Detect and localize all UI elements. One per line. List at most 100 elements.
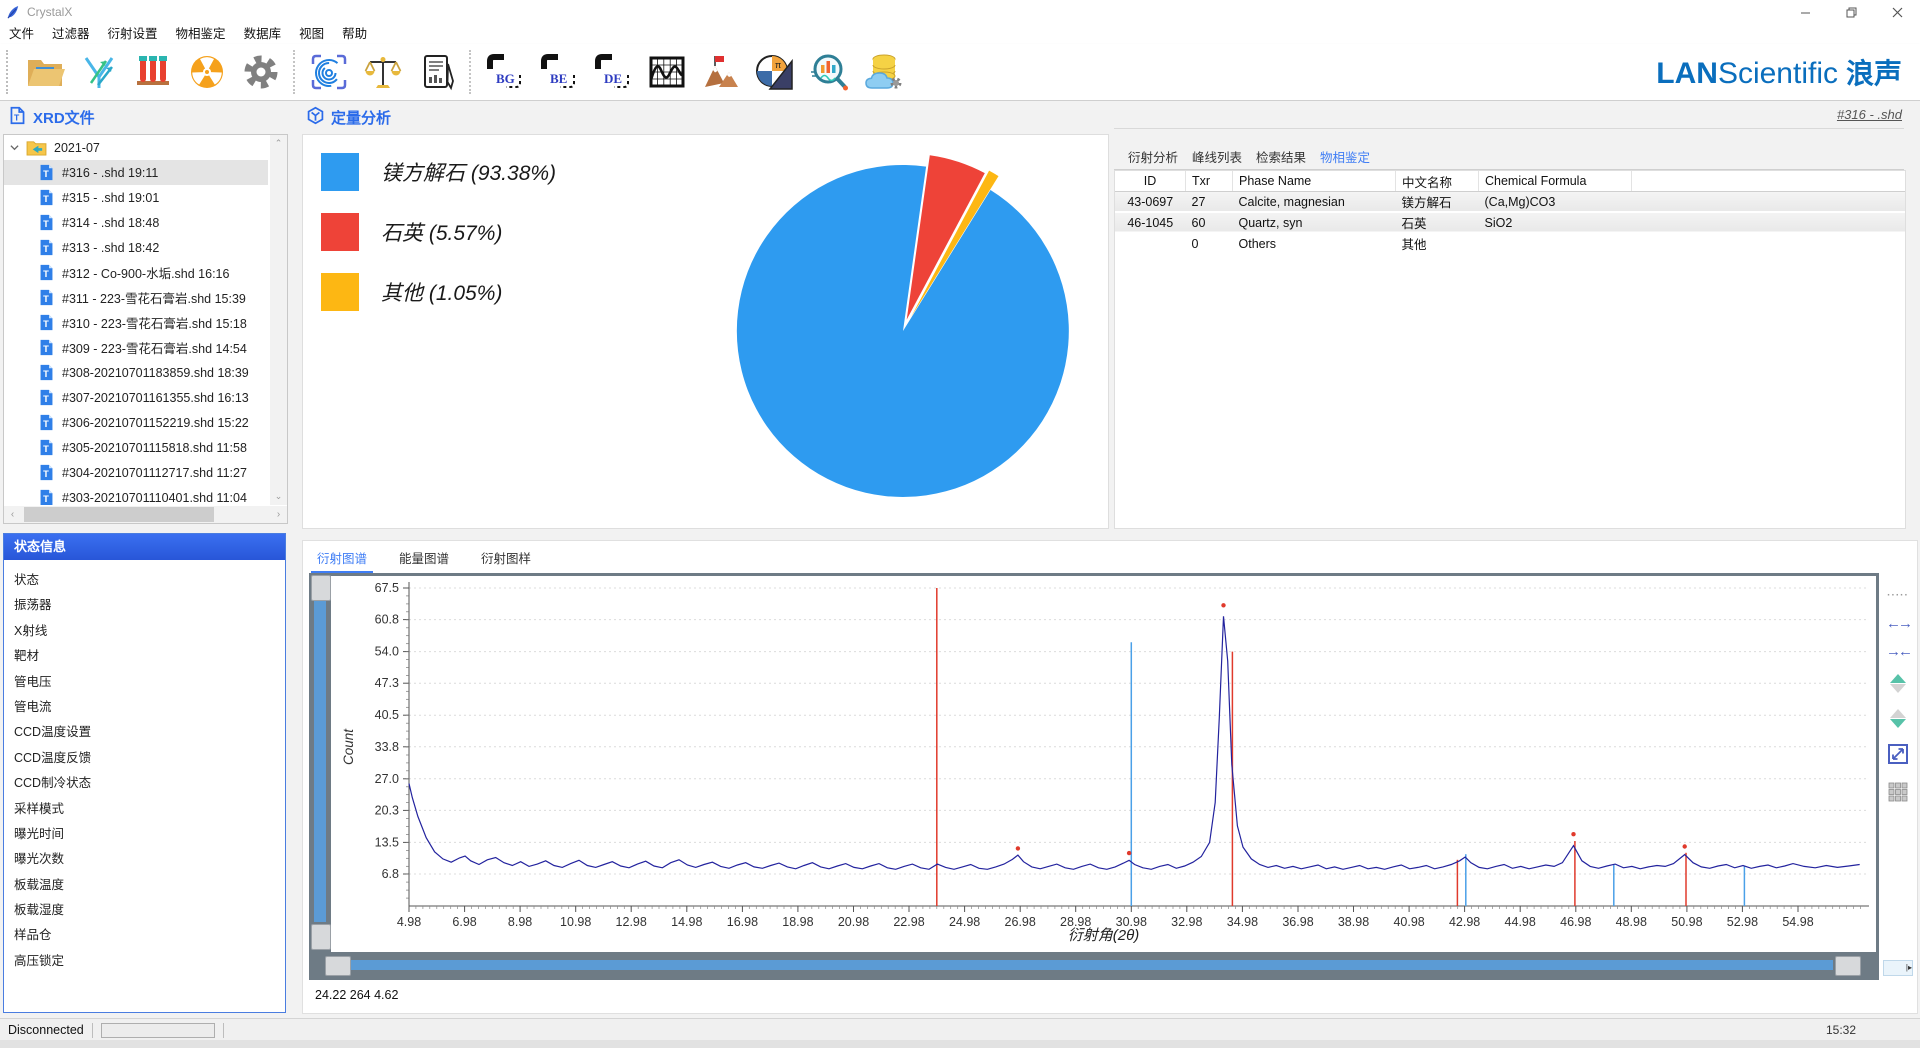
table-row[interactable]: 0Others其他 bbox=[1115, 233, 1905, 254]
tab-衍射图谱[interactable]: 衍射图谱 bbox=[313, 545, 371, 570]
toolbar-grip[interactable] bbox=[6, 50, 14, 94]
open-folder-icon[interactable] bbox=[18, 46, 72, 98]
svg-text:T: T bbox=[43, 344, 49, 354]
scroll-right-icon[interactable]: › bbox=[270, 506, 287, 523]
svg-text:16.98: 16.98 bbox=[727, 915, 758, 929]
file-row[interactable]: T#312 - Co-900-水垢.shd 16:16 bbox=[4, 260, 268, 285]
settings-gear-icon[interactable] bbox=[234, 46, 288, 98]
horizontal-zoom-handle-right[interactable] bbox=[1835, 956, 1861, 976]
table-row[interactable]: 46-104560Quartz, syn石英SiO2 bbox=[1115, 212, 1905, 233]
spectrum-panel: 衍射图谱能量图谱衍射图样 6.813.520.327.033.840.547.3… bbox=[302, 540, 1918, 1014]
file-row[interactable]: T#314 - .shd 18:48 bbox=[4, 210, 268, 235]
pie-slice-镁方解石 bbox=[737, 165, 1069, 497]
fingerprint-scan-icon[interactable] bbox=[302, 46, 356, 98]
file-row[interactable]: T#305-20210701115818.shd 11:58 bbox=[4, 435, 268, 460]
current-file-link[interactable]: #316 - .shd bbox=[1837, 107, 1902, 122]
collapse-horizontal-icon[interactable]: →← bbox=[1886, 645, 1910, 659]
file-row[interactable]: T#313 - .shd 18:42 bbox=[4, 235, 268, 260]
col-header[interactable]: 中文名称 bbox=[1396, 171, 1479, 192]
scroll-up-icon[interactable]: ⌃ bbox=[270, 135, 287, 152]
file-tree-horizontal-scrollbar[interactable]: ‹ › bbox=[4, 506, 287, 523]
grid-spectrum-icon[interactable] bbox=[640, 46, 694, 98]
region-de-icon[interactable]: DE bbox=[586, 46, 640, 98]
table-row[interactable]: 43-069727Calcite, magnesian镁方解石(Ca,Mg)CO… bbox=[1115, 192, 1905, 213]
file-row[interactable]: T#303-20210701110401.shd 11:04 bbox=[4, 485, 268, 505]
horizontal-zoom-slider[interactable] bbox=[351, 960, 1833, 970]
file-row[interactable]: T#310 - 223-雪花石膏岩.shd 15:18 bbox=[4, 310, 268, 335]
shd-file-icon: T bbox=[38, 339, 55, 356]
search-analytics-icon[interactable] bbox=[802, 46, 856, 98]
grip-dots-icon[interactable]: ····· bbox=[1887, 587, 1909, 603]
grid-view-icon[interactable] bbox=[1888, 782, 1908, 805]
folder-icon bbox=[26, 139, 47, 156]
report-document-icon[interactable] bbox=[410, 46, 464, 98]
brand-logo: LANScientific浪声 bbox=[1656, 52, 1902, 92]
col-header[interactable]: ID bbox=[1115, 171, 1186, 192]
file-label: #311 - 223-雪花石膏岩.shd 15:39 bbox=[62, 288, 246, 307]
file-row[interactable]: T#304-20210701112717.shd 11:27 bbox=[4, 460, 268, 485]
file-row[interactable]: T#308-20210701183859.shd 18:39 bbox=[4, 360, 268, 385]
tab-衍射图样[interactable]: 衍射图样 bbox=[477, 545, 535, 570]
file-row[interactable]: T#309 - 223-雪花石膏岩.shd 14:54 bbox=[4, 335, 268, 360]
file-row[interactable]: T #311 - 223-雪花石膏岩.shd 15:39 bbox=[4, 285, 268, 310]
menu-文件[interactable]: 文件 bbox=[0, 24, 43, 44]
page-spinner[interactable]: |▸ bbox=[1883, 960, 1913, 976]
menu-衍射设置[interactable]: 衍射设置 bbox=[99, 24, 167, 44]
tab-能量图谱[interactable]: 能量图谱 bbox=[395, 545, 453, 570]
peak-flag-icon[interactable] bbox=[694, 46, 748, 98]
menu-过滤器[interactable]: 过滤器 bbox=[43, 24, 99, 44]
balance-scale-icon[interactable] bbox=[356, 46, 410, 98]
chart-frame: 6.813.520.327.033.840.547.354.060.867.54… bbox=[309, 573, 1879, 980]
file-label: #314 - .shd 18:48 bbox=[62, 216, 159, 230]
expand-horizontal-icon[interactable]: ←→ bbox=[1886, 617, 1910, 631]
vertical-zoom-slider[interactable] bbox=[314, 601, 326, 922]
menu-视图[interactable]: 视图 bbox=[290, 24, 333, 44]
shd-file-icon: T bbox=[38, 439, 55, 456]
menu-物相鉴定[interactable]: 物相鉴定 bbox=[167, 24, 235, 44]
scroll-down-icon[interactable]: ⌄ bbox=[270, 488, 287, 505]
chevron-down-icon[interactable] bbox=[10, 141, 22, 155]
file-row[interactable]: T#315 - .shd 19:01 bbox=[4, 185, 268, 210]
pie-analysis-icon[interactable]: π bbox=[748, 46, 802, 98]
file-tree-vertical-scrollbar[interactable]: ⌃ ⌄ bbox=[270, 135, 287, 505]
vertical-zoom-handle-top[interactable] bbox=[311, 575, 331, 601]
status-item-list: 状态振荡器X射线靶材管电压管电流CCD温度设置CCD温度反馈CCD制冷状态采样模… bbox=[4, 560, 285, 974]
svg-text:18.98: 18.98 bbox=[782, 915, 813, 929]
col-header[interactable]: Txr bbox=[1186, 171, 1233, 192]
file-row[interactable]: T#307-20210701161355.shd 16:13 bbox=[4, 385, 268, 410]
filter-funnel-icon[interactable] bbox=[72, 46, 126, 98]
horizontal-zoom-handle-left[interactable] bbox=[325, 956, 351, 976]
menu-数据库[interactable]: 数据库 bbox=[235, 24, 291, 44]
close-button[interactable] bbox=[1874, 0, 1920, 24]
col-header[interactable]: Phase Name bbox=[1233, 171, 1396, 192]
database-cloud-icon[interactable] bbox=[856, 46, 910, 98]
expand-down-icon[interactable] bbox=[1890, 708, 1906, 729]
status-item-曝光次数: 曝光次数 bbox=[4, 847, 285, 872]
maximize-button[interactable] bbox=[1828, 0, 1874, 24]
svg-text:34.98: 34.98 bbox=[1227, 915, 1258, 929]
minimize-button[interactable] bbox=[1782, 0, 1828, 24]
maximize-view-icon[interactable] bbox=[1887, 743, 1909, 768]
region-be-icon[interactable]: BE bbox=[532, 46, 586, 98]
folder-row[interactable]: 2021-07 bbox=[4, 135, 268, 160]
svg-text:T: T bbox=[43, 169, 49, 179]
vertical-zoom-handle-bottom[interactable] bbox=[311, 924, 331, 950]
radiation-source-icon[interactable] bbox=[180, 46, 234, 98]
crystalx-window: CrystalX 文件过滤器衍射设置物相鉴定数据库视图帮助 LANScienti… bbox=[0, 0, 1920, 1048]
shd-file-icon: T bbox=[38, 239, 55, 256]
diffraction-plot[interactable]: 6.813.520.327.033.840.547.354.060.867.54… bbox=[331, 576, 1876, 952]
col-header[interactable]: Chemical Formula bbox=[1479, 171, 1632, 192]
scroll-left-icon[interactable]: ‹ bbox=[4, 506, 21, 523]
menu-帮助[interactable]: 帮助 bbox=[333, 24, 376, 44]
svg-text:T: T bbox=[43, 294, 49, 304]
scrollbar-thumb[interactable] bbox=[24, 507, 214, 522]
status-info-panel: 状态信息 状态振荡器X射线靶材管电压管电流CCD温度设置CCD温度反馈CCD制冷… bbox=[3, 533, 286, 1013]
svg-text:46.98: 46.98 bbox=[1560, 915, 1591, 929]
test-tubes-icon[interactable] bbox=[126, 46, 180, 98]
title-bar: CrystalX bbox=[0, 0, 1920, 24]
svg-text:衍射角(2θ): 衍射角(2θ) bbox=[1068, 927, 1139, 944]
file-row[interactable]: T#306-20210701152219.shd 15:22 bbox=[4, 410, 268, 435]
region-bg-icon[interactable]: BG bbox=[478, 46, 532, 98]
expand-up-icon[interactable] bbox=[1890, 673, 1906, 694]
file-row[interactable]: T#316 - .shd 19:11 bbox=[4, 160, 268, 185]
